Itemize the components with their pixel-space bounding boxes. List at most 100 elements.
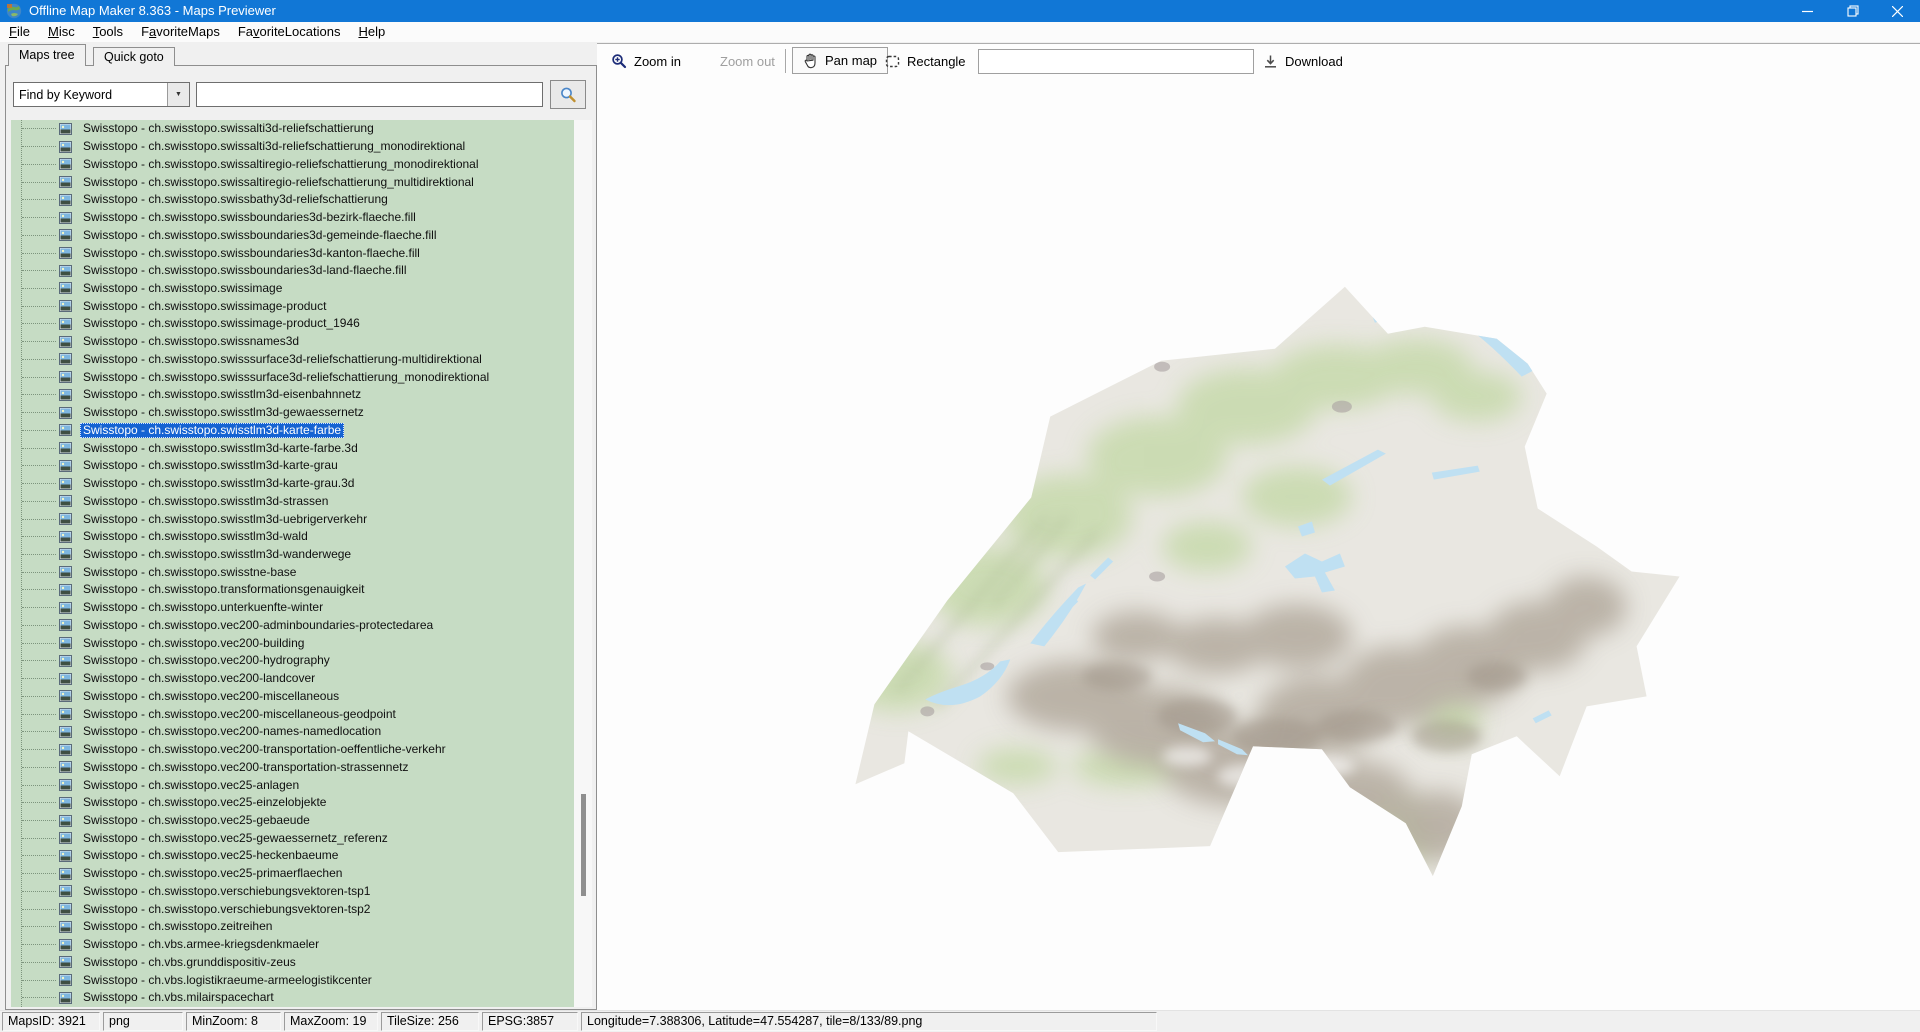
tree-item-label: Swisstopo - ch.vbs.logistikraeume-armeel… [83,972,372,987]
tree-item[interactable]: Swisstopo - ch.swisstopo.zeitreihen [11,918,574,936]
tree-item[interactable]: Swisstopo - ch.swisstopo.vec200-transpor… [11,741,574,759]
chevron-down-icon[interactable]: ▼ [167,83,189,106]
tree-item[interactable]: Swisstopo - ch.swisstopo.swissimage-prod… [11,315,574,333]
tree-item[interactable]: Swisstopo - ch.swisstopo.swisstlm3d-kart… [11,457,574,475]
tree-item[interactable]: Swisstopo - ch.swisstopo.vec25-gebaeude [11,812,574,830]
tree-item[interactable]: Swisstopo - ch.swisstopo.swisstlm3d-eise… [11,386,574,404]
menu-file[interactable]: File [0,22,39,42]
tab-maps-tree[interactable]: Maps tree [8,44,86,66]
tree-item[interactable]: Swisstopo - ch.swisstopo.vec200-building [11,634,574,652]
tree-item-label: Swisstopo - ch.swisstopo.swissaltiregio-… [83,156,479,171]
tree-item[interactable]: Swisstopo - ch.swisstopo.swisstlm3d-kart… [11,439,574,457]
tree-connector [22,429,56,431]
menu-favoritemaps[interactable]: FavoriteMaps [132,22,229,42]
menu-favoritelocations[interactable]: FavoriteLocations [229,22,350,42]
tree-item[interactable]: Swisstopo - ch.swisstopo.swissboundaries… [11,262,574,280]
tree-item[interactable]: Swisstopo - ch.swisstopo.swissbathy3d-re… [11,191,574,209]
download-button[interactable]: Download [1263,48,1343,74]
status-maps-id: MapsID: 3921 [2,1012,100,1031]
tree-item-label: Swisstopo - ch.vbs.grunddispositiv-zeus [83,954,296,969]
tree-connector [22,926,56,928]
tree-item[interactable]: Swisstopo - ch.swisstopo.vec200-transpor… [11,758,574,776]
status-tile-size: TileSize: 256 [381,1012,479,1031]
tree-connector [22,199,56,201]
tree-scrollbar[interactable] [574,120,592,1007]
tree-item[interactable]: Swisstopo - ch.swisstopo.verschiebungsve… [11,900,574,918]
tree-item[interactable]: Swisstopo - ch.swisstopo.swissimage [11,280,574,298]
tree-item[interactable]: Swisstopo - ch.swisstopo.swissimage-prod… [11,297,574,315]
tree-item[interactable]: Swisstopo - ch.swisstopo.swisstne-base [11,563,574,581]
tree-item[interactable]: Swisstopo - ch.swisstopo.vec200-landcove… [11,670,574,688]
tree-item[interactable]: Swisstopo - ch.swisstopo.swissnames3d [11,333,574,351]
map-layer-icon [59,867,73,880]
tree-item[interactable]: Swisstopo - ch.swisstopo.swisstlm3d-wald [11,528,574,546]
tree-item[interactable]: Swisstopo - ch.vbs.armee-kriegsdenkmaele… [11,936,574,954]
tree-item[interactable]: Swisstopo - ch.swisstopo.vec200-adminbou… [11,617,574,635]
tree-connector [22,890,56,892]
tree-connector [22,234,56,236]
find-mode-value: Find by Keyword [19,87,113,102]
tree-item[interactable]: Swisstopo - ch.swisstopo.swisstlm3d-gewa… [11,404,574,422]
menu-misc[interactable]: Misc [39,22,84,42]
tree-item[interactable]: Swisstopo - ch.swisstopo.swisstlm3d-kart… [11,421,574,439]
tree-item[interactable]: Swisstopo - ch.swisstopo.unterkuenfte-wi… [11,599,574,617]
tree-item[interactable]: Swisstopo - ch.swisstopo.vec200-hydrogra… [11,652,574,670]
map-layer-icon [59,708,73,721]
tree-item[interactable]: Swisstopo - ch.swisstopo.swisssurface3d-… [11,351,574,369]
find-mode-select[interactable]: Find by Keyword ▼ [13,82,190,107]
tree-item[interactable]: Swisstopo - ch.vbs.milairspacechart [11,989,574,1007]
tree-item[interactable]: Swisstopo - ch.swisstopo.swisstlm3d-kart… [11,475,574,493]
restore-icon [1846,5,1859,17]
map-preview[interactable] [597,77,1920,1011]
tree-item[interactable]: Swisstopo - ch.swisstopo.swissboundaries… [11,209,574,227]
toolbar-input[interactable] [978,49,1254,74]
restore-button[interactable] [1830,0,1875,22]
keyword-input[interactable] [196,82,543,107]
tree-scrollbar-thumb[interactable] [581,794,586,896]
tree-item[interactable]: Swisstopo - ch.vbs.grunddispositiv-zeus [11,954,574,972]
tree-item[interactable]: Swisstopo - ch.vbs.logistikraeume-armeel… [11,971,574,989]
zoom-in-button[interactable]: Zoom in [611,48,681,74]
tree-connector [22,908,56,910]
tree-item[interactable]: Swisstopo - ch.swisstopo.vec25-anlagen [11,776,574,794]
tree-connector [22,128,56,130]
close-button[interactable] [1875,0,1920,22]
tree-item[interactable]: Swisstopo - ch.swisstopo.vec25-gewaesser… [11,829,574,847]
tree-item[interactable]: Swisstopo - ch.swisstopo.swisstlm3d-uebr… [11,510,574,528]
search-button[interactable] [550,80,586,109]
map-layer-icon [59,583,73,596]
tree-item[interactable]: Swisstopo - ch.swisstopo.vec25-primaerfl… [11,865,574,883]
tree-item[interactable]: Swisstopo - ch.swisstopo.vec200-names-na… [11,723,574,741]
map-layer-icon [59,176,73,189]
zoom-out-label: Zoom out [720,53,775,69]
tree-item[interactable]: Swisstopo - ch.swisstopo.swissaltiregio-… [11,155,574,173]
tree-item-label: Swisstopo - ch.swisstopo.swissimage-prod… [83,298,327,313]
tree-item[interactable]: Swisstopo - ch.swisstopo.swissaltiregio-… [11,173,574,191]
tree-connector [22,358,56,360]
tree-item-label: Swisstopo - ch.swisstopo.transformations… [83,582,365,597]
rectangle-button[interactable]: Rectangle [885,48,966,74]
map-layer-icon [59,335,73,348]
tree-item[interactable]: Swisstopo - ch.swisstopo.swissalti3d-rel… [11,120,574,138]
tree-item[interactable]: Swisstopo - ch.swisstopo.vec200-miscella… [11,688,574,706]
zoom-out-button[interactable]: Zoom out [720,48,775,74]
tree-item[interactable]: Swisstopo - ch.swisstopo.verschiebungsve… [11,883,574,901]
tree-item[interactable]: Swisstopo - ch.swisstopo.swisstlm3d-wand… [11,546,574,564]
tree-item[interactable]: Swisstopo - ch.swisstopo.swissboundaries… [11,244,574,262]
map-layer-icon [59,956,73,969]
tree-item[interactable]: Swisstopo - ch.swisstopo.transformations… [11,581,574,599]
tree-item[interactable]: Swisstopo - ch.swisstopo.swisstlm3d-stra… [11,492,574,510]
tab-quick-goto[interactable]: Quick goto [93,47,175,66]
menu-help[interactable]: Help [349,22,394,42]
tree-connector [22,820,56,821]
tree-item[interactable]: Swisstopo - ch.swisstopo.swissalti3d-rel… [11,138,574,156]
tree-item[interactable]: Swisstopo - ch.swisstopo.swisssurface3d-… [11,368,574,386]
pan-map-button[interactable]: Pan map [792,47,889,74]
tree-item[interactable]: Swisstopo - ch.swisstopo.vec25-heckenbae… [11,847,574,865]
tree-connector [22,146,56,148]
menu-tools[interactable]: Tools [84,22,132,42]
tree-item[interactable]: Swisstopo - ch.swisstopo.vec200-miscella… [11,705,574,723]
tree-item[interactable]: Swisstopo - ch.swisstopo.swissboundaries… [11,226,574,244]
tree-item[interactable]: Swisstopo - ch.swisstopo.vec25-einzelobj… [11,794,574,812]
minimize-button[interactable] [1785,0,1830,22]
